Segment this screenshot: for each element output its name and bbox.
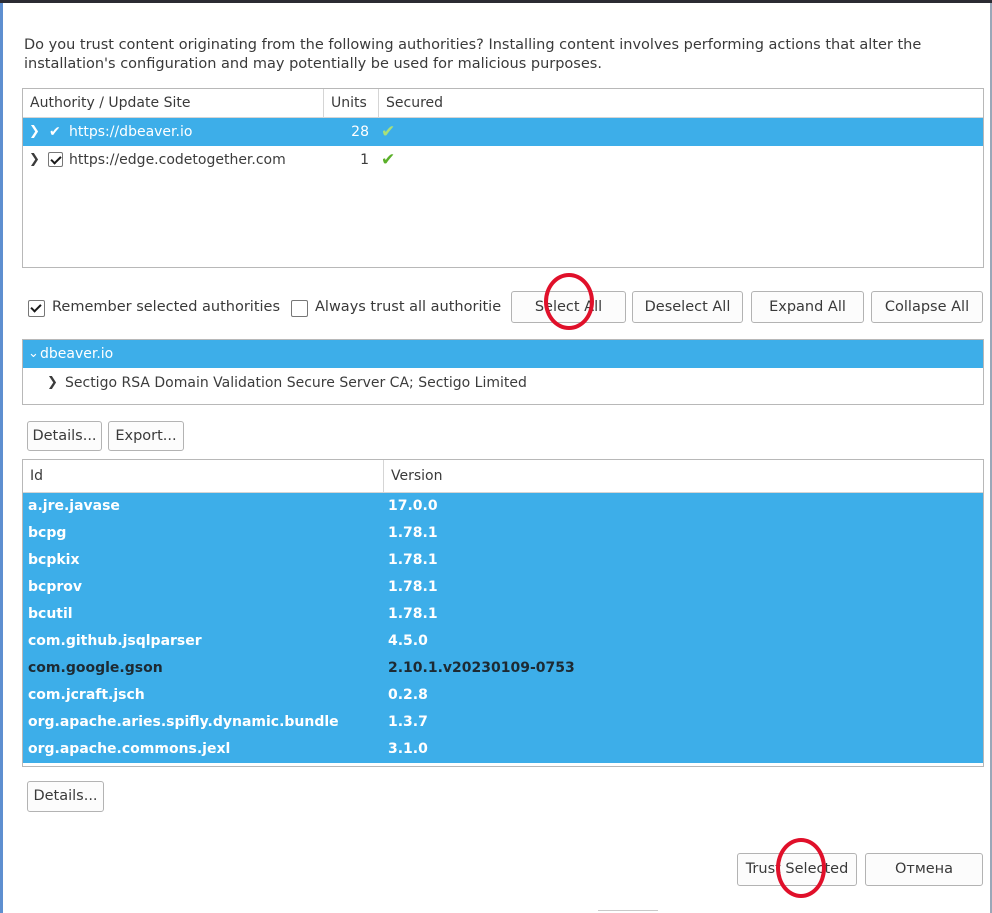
window-left-border	[0, 3, 3, 913]
unit-version: 1.78.1	[388, 525, 438, 541]
unit-row[interactable]: com.github.jsqlparser 4.5.0	[23, 628, 983, 655]
certificate-tree[interactable]: ⌄ dbeaver.io ❯ Sectigo RSA Domain Valida…	[22, 339, 984, 405]
column-header-secured[interactable]: Secured	[378, 89, 983, 117]
unit-row[interactable]: com.jcraft.jsch 0.2.8	[23, 682, 983, 709]
secured-check-icon: ✔	[381, 122, 396, 142]
unit-id: com.github.jsqlparser	[28, 633, 202, 649]
column-header-units[interactable]: Units	[323, 89, 378, 117]
remember-authorities-checkbox[interactable]	[28, 300, 45, 317]
authority-units: 1	[360, 152, 369, 168]
cancel-button[interactable]: Отмена	[865, 853, 983, 886]
chevron-right-icon[interactable]: ❯	[29, 118, 40, 146]
unit-row[interactable]: bcprov 1.78.1	[23, 574, 983, 601]
units-table-header: Id Version	[23, 460, 983, 493]
authority-site: https://dbeaver.io	[69, 124, 193, 140]
cert-child-label: Sectigo RSA Domain Validation Secure Ser…	[65, 375, 527, 391]
unit-row[interactable]: com.google.gson 2.10.1.v20230109-0753	[23, 655, 983, 682]
cert-root-label: dbeaver.io	[40, 346, 114, 362]
secured-check-icon: ✔	[381, 150, 396, 170]
authority-row[interactable]: ❯ ✔ https://dbeaver.io 28 ✔	[23, 118, 983, 146]
export-button[interactable]: Export...	[108, 421, 184, 451]
deselect-all-button[interactable]: Deselect All	[632, 291, 743, 323]
window-top-border	[0, 0, 992, 3]
select-all-button[interactable]: Select All	[511, 291, 626, 323]
authorities-table[interactable]: Authority / Update Site Units Secured ❯ …	[22, 88, 984, 268]
unit-version: 1.78.1	[388, 552, 438, 568]
unit-id: a.jre.javase	[28, 498, 120, 514]
column-header-authority[interactable]: Authority / Update Site	[23, 89, 323, 117]
unit-id: bcprov	[28, 579, 82, 595]
remember-authorities-label[interactable]: Remember selected authorities	[52, 299, 280, 315]
authority-row[interactable]: ❯ https://edge.codetogether.com 1 ✔	[23, 146, 983, 174]
unit-row[interactable]: a.jre.javase 17.0.0	[23, 493, 983, 520]
unit-version: 17.0.0	[388, 498, 438, 514]
always-trust-label[interactable]: Always trust all authoritie	[315, 299, 501, 315]
units-table[interactable]: Id Version a.jre.javase 17.0.0 bcpg 1.78.1…	[22, 459, 984, 767]
expand-all-button[interactable]: Expand All	[751, 291, 864, 323]
unit-row[interactable]: org.apache.commons.jexl 3.1.0	[23, 736, 983, 763]
authority-options-bar: Remember selected authorities Always tru…	[0, 291, 992, 325]
row-checkbox[interactable]	[48, 152, 63, 167]
unit-id: com.google.gson	[28, 660, 163, 676]
unit-id: org.apache.aries.spifly.dynamic.bundle	[28, 714, 339, 730]
unit-id: com.jcraft.jsch	[28, 687, 145, 703]
column-header-id[interactable]: Id	[23, 460, 383, 492]
unit-version: 1.78.1	[388, 579, 438, 595]
unit-id: bcpkix	[28, 552, 80, 568]
chevron-right-icon[interactable]: ❯	[29, 146, 40, 174]
always-trust-checkbox[interactable]	[291, 300, 308, 317]
unit-version: 2.10.1.v20230109-0753	[388, 660, 575, 676]
authority-site: https://edge.codetogether.com	[69, 152, 286, 168]
unit-version: 1.78.1	[388, 606, 438, 622]
unit-version: 1.3.7	[388, 714, 428, 730]
cert-tree-child[interactable]: ❯ Sectigo RSA Domain Validation Secure S…	[23, 369, 983, 397]
cert-tree-root[interactable]: ⌄ dbeaver.io	[23, 340, 983, 368]
unit-row[interactable]: bcpg 1.78.1	[23, 520, 983, 547]
unit-details-button[interactable]: Details...	[27, 781, 104, 812]
divider	[598, 910, 658, 911]
row-checkbox[interactable]: ✔	[49, 118, 61, 146]
unit-row[interactable]: bcutil 1.78.1	[23, 601, 983, 628]
authority-units: 28	[351, 124, 369, 140]
collapse-all-button[interactable]: Collapse All	[871, 291, 983, 323]
details-button[interactable]: Details...	[27, 421, 102, 451]
chevron-down-icon[interactable]: ⌄	[28, 340, 39, 368]
unit-row[interactable]: org.apache.aries.spifly.dynamic.bundle 1.…	[23, 709, 983, 736]
unit-version: 4.5.0	[388, 633, 428, 649]
column-header-version[interactable]: Version	[383, 460, 983, 492]
unit-id: bcutil	[28, 606, 73, 622]
unit-id: bcpg	[28, 525, 67, 541]
intro-text: Do you trust content originating from th…	[24, 37, 922, 72]
unit-version: 3.1.0	[388, 741, 428, 757]
unit-version: 0.2.8	[388, 687, 428, 703]
unit-id: org.apache.commons.jexl	[28, 741, 231, 757]
trust-selected-button[interactable]: Trust Selected	[737, 853, 857, 886]
authorities-table-header: Authority / Update Site Units Secured	[23, 89, 983, 118]
chevron-right-icon[interactable]: ❯	[47, 369, 58, 397]
unit-row[interactable]: bcpkix 1.78.1	[23, 547, 983, 574]
